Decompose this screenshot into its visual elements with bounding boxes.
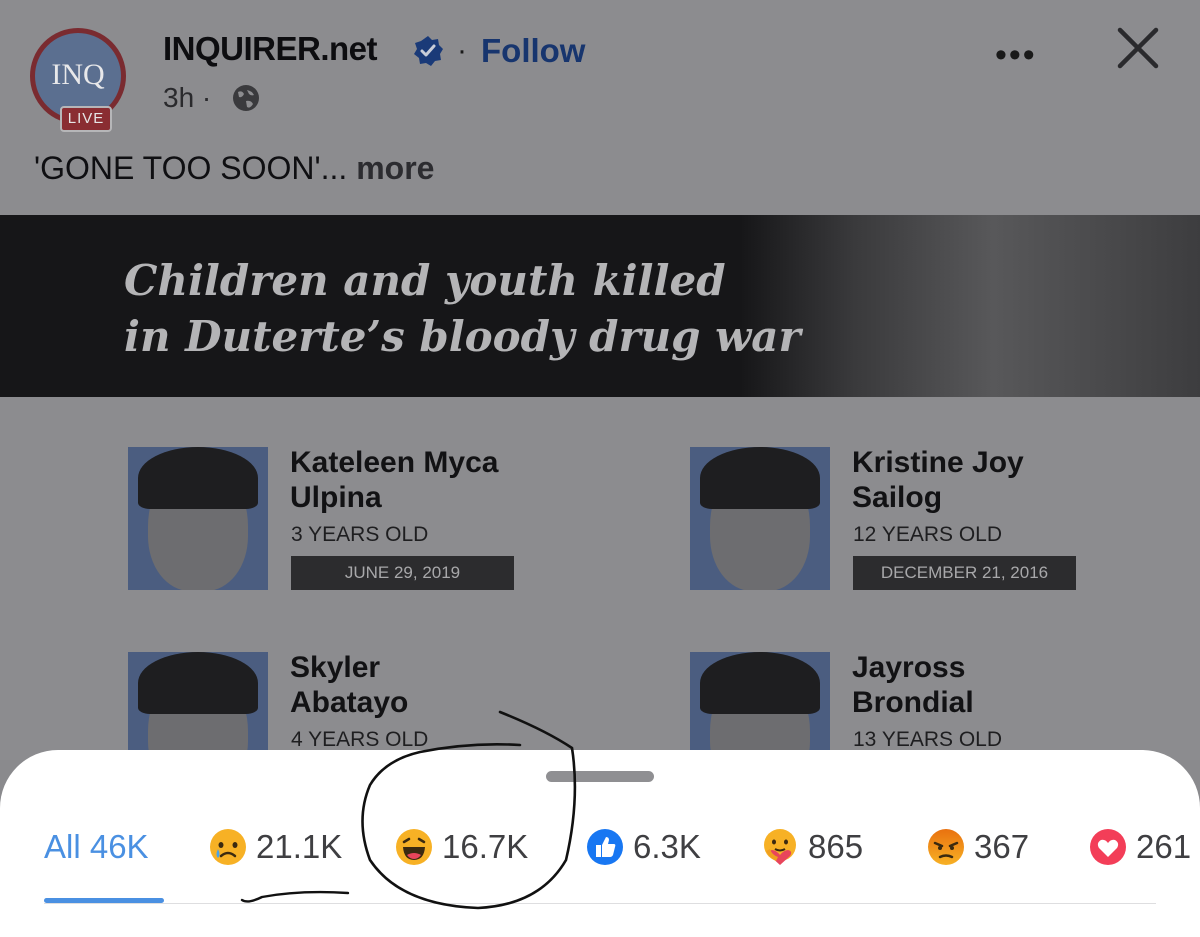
victim-name: Jayross Brondial [852,650,974,720]
love-icon [1090,829,1126,865]
sad-emoji-icon [210,829,246,865]
tab-care-reactions[interactable]: 865 [760,825,863,869]
victim-name-line2: Sailog [852,481,943,514]
victim-age: 13 YEARS OLD [853,728,1003,751]
tabs-divider [44,903,1156,904]
post-caption: 'GONE TOO SOON'... more [34,150,434,187]
avatar-text: INQ [51,58,105,91]
tab-sad-reactions[interactable]: 21.1K [208,825,342,869]
victim-photo [128,652,268,760]
separator-dot: · [457,34,467,67]
page-name[interactable]: INQUIRER.net [163,30,378,68]
banner-title-line1: Children and youth killed [124,256,726,305]
tab-angry-reactions[interactable]: 367 [926,825,1029,869]
victim-name-line1: Jayross [852,651,966,684]
victim-date: JUNE 29, 2019 [291,556,514,590]
victim-photo [690,447,830,590]
sad-count: 21.1K [256,828,343,865]
victim-name: Kristine Joy Sailog [852,445,1024,515]
tab-all-reactions[interactable]: All 46K [44,825,149,869]
angry-count: 367 [974,828,1030,865]
banner-title: Children and youth killed in Duterte’s b… [124,253,801,365]
banner-photo [740,215,1200,397]
like-icon [587,829,623,865]
victim-age: 4 YEARS OLD [291,728,429,751]
victim-card: Jayross Brondial 13 YEARS OLD [690,650,1150,760]
more-options-icon[interactable]: ••• [995,36,1037,75]
victim-name-line2: Abatayo [290,686,409,719]
globe-icon [233,85,259,111]
victim-name-line1: Skyler [290,651,381,684]
post-time: 3h · [163,82,212,113]
victim-date: DECEMBER 21, 2016 [853,556,1076,590]
caption-text: 'GONE TOO SOON'... [34,150,348,186]
tab-love-reactions[interactable]: 261 [1088,825,1191,869]
close-icon[interactable] [1114,24,1162,72]
reactions-sheet: All 46K 21.1K 16.7K 6.3K 865 367 261 [0,750,1200,937]
live-badge: LIVE [60,106,112,132]
angry-emoji-icon [928,829,964,865]
victim-name: Kateleen Myca Ulpina [290,445,498,515]
haha-emoji-icon [396,829,432,865]
care-emoji-icon [764,829,796,865]
victim-name-line2: Brondial [852,686,974,719]
victim-name: Skyler Abatayo [290,650,408,720]
image-banner: Children and youth killed in Duterte’s b… [0,215,1200,397]
victim-name-line2: Ulpina [290,481,382,514]
tab-haha-reactions[interactable]: 16.7K [394,825,528,869]
victim-age: 3 YEARS OLD [291,523,429,546]
dimmed-post: INQ LIVE INQUIRER.net · Follow 3h · ••• … [0,0,1200,760]
post-image[interactable]: Children and youth killed in Duterte’s b… [0,215,1200,760]
victim-photo [128,447,268,590]
care-count: 865 [808,828,864,865]
banner-title-line2: in Duterte’s bloody drug war [124,312,801,361]
victim-name-line1: Kateleen Myca [290,446,499,479]
sheet-drag-handle[interactable] [546,771,654,782]
victim-name-line1: Kristine Joy [852,446,1024,479]
victim-card: Kristine Joy Sailog 12 YEARS OLD DECEMBE… [690,445,1150,597]
victim-photo [690,652,830,760]
page-avatar[interactable]: INQ LIVE [30,28,138,136]
victim-card: Skyler Abatayo 4 YEARS OLD [128,650,588,760]
follow-button[interactable]: Follow [481,32,585,70]
victim-age: 12 YEARS OLD [853,523,1003,546]
see-more-link[interactable]: more [356,150,434,186]
haha-count: 16.7K [442,828,529,865]
tab-like-reactions[interactable]: 6.3K [585,825,701,869]
victim-card: Kateleen Myca Ulpina 3 YEARS OLD JUNE 29… [128,445,588,597]
love-count: 261 [1136,828,1192,865]
verified-badge-icon [414,36,443,66]
like-count: 6.3K [633,828,701,865]
